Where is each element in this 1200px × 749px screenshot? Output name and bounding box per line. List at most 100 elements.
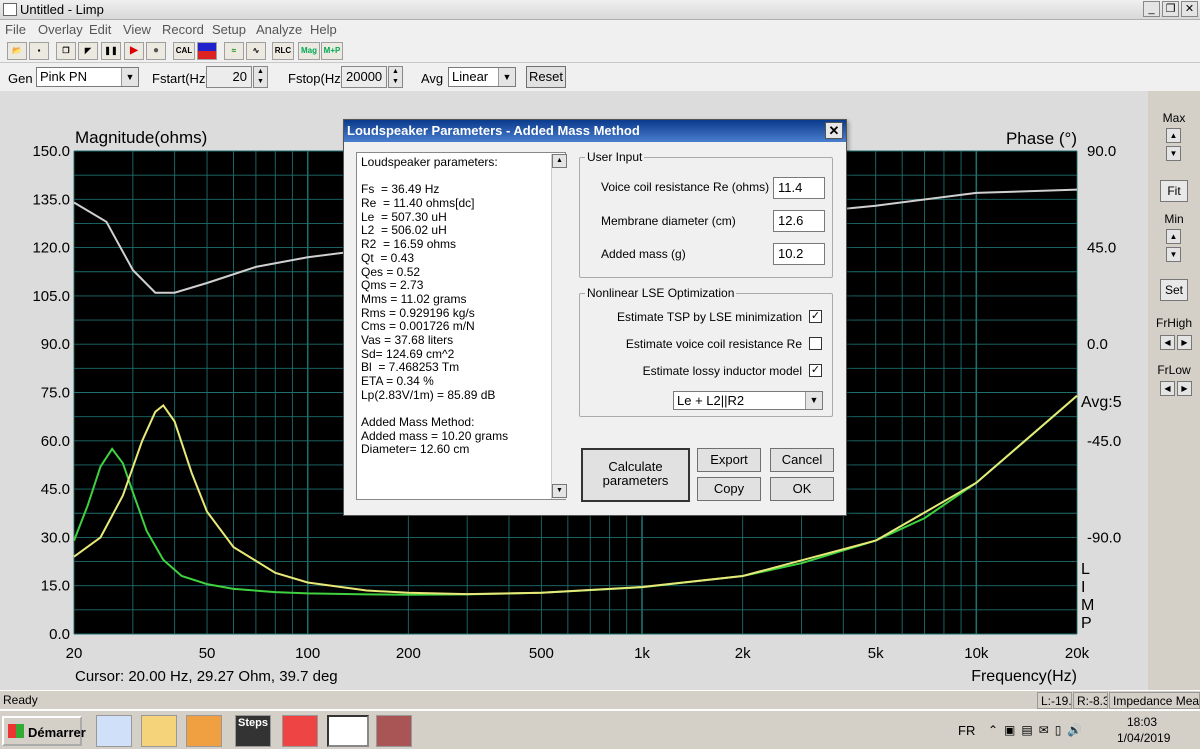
- restore-button[interactable]: ❐: [1162, 1, 1179, 17]
- diameter-input[interactable]: 12.6: [773, 210, 825, 232]
- limp-task-icon[interactable]: [327, 715, 369, 747]
- fstop-spinner[interactable]: ▲ ▼: [388, 66, 403, 88]
- y-tick-label-right: -90.0: [1087, 529, 1121, 546]
- menu-record[interactable]: Record: [162, 22, 204, 37]
- tray-icons[interactable]: ⌃▣▤✉▯🔊: [988, 723, 1108, 741]
- scroll-down-icon[interactable]: ▼: [552, 484, 567, 498]
- scroll-up-icon[interactable]: ▲: [552, 154, 567, 168]
- y-tick-label-left: 90.0: [41, 336, 70, 353]
- lse-option-inductor-checkbox[interactable]: ✓: [809, 364, 822, 377]
- rlc-button[interactable]: RLC: [272, 42, 294, 60]
- menu-edit[interactable]: Edit: [89, 22, 111, 37]
- frlow-right-button[interactable]: ▶: [1177, 381, 1192, 396]
- menu-analyze[interactable]: Analyze: [256, 22, 302, 37]
- color-icon[interactable]: [197, 42, 217, 60]
- ie-icon[interactable]: [96, 715, 132, 747]
- chevron-down-icon[interactable]: ▼: [805, 392, 822, 409]
- min-down-button[interactable]: ▼: [1166, 247, 1181, 262]
- calculate-parameters-button[interactable]: Calculate parameters: [581, 448, 690, 502]
- lse-option-re-label: Estimate voice coil resistance Re: [625, 337, 802, 351]
- frhigh-label: FrHigh: [1155, 316, 1192, 330]
- lse-option-tsp-label: Estimate TSP by LSE minimization: [617, 310, 802, 324]
- x-tick-label: 2k: [735, 645, 751, 662]
- menu-setup[interactable]: Setup: [212, 22, 246, 37]
- frhigh-right-button[interactable]: ▶: [1177, 335, 1192, 350]
- reset-button[interactable]: Reset: [526, 66, 566, 88]
- parameter-line: Vas = 37.68 liters: [361, 332, 454, 347]
- y-tick-label-left: 0.0: [49, 626, 70, 643]
- gen-select[interactable]: Pink PN ▼: [36, 67, 139, 87]
- parameter-line: Re = 11.40 ohms[dc]: [361, 196, 475, 211]
- parameters-textbox[interactable]: Loudspeaker parameters: Fs = 36.49 Hz Re =…: [356, 152, 567, 500]
- cal-button[interactable]: CAL: [173, 42, 195, 60]
- folder-icon[interactable]: [141, 715, 177, 747]
- frlow-left-button[interactable]: ◀: [1160, 381, 1175, 396]
- media-player-icon[interactable]: [186, 715, 222, 747]
- limp-letter: P: [1081, 615, 1092, 632]
- start-button[interactable]: Démarrer: [2, 716, 86, 746]
- window-title: Untitled - Limp: [20, 2, 104, 17]
- video-app-icon[interactable]: [376, 715, 412, 747]
- y-axis-label-left: Magnitude(ohms): [75, 128, 207, 147]
- lse-option-re-checkbox[interactable]: [809, 337, 822, 350]
- inductor-model-select[interactable]: Le + L2||R2 ▼: [673, 391, 823, 410]
- user-input-group: User Input Voice coil resistance Re (ohm…: [579, 150, 833, 278]
- cancel-button[interactable]: Cancel: [770, 448, 834, 472]
- mag-button[interactable]: Mag: [298, 42, 320, 60]
- dialog-close-button[interactable]: ✕: [825, 122, 843, 139]
- close-button[interactable]: ✕: [1181, 1, 1198, 17]
- flag-icon[interactable]: ◤: [78, 42, 98, 60]
- app-icon: [3, 3, 17, 16]
- scale-panel: Max ▲ ▼ Fit Min ▲ ▼ Set FrHigh ◀ ▶ FrLow…: [1148, 91, 1200, 690]
- toolbar: 📂 ▪ ❐ ◤ ❚❚ ▶ ● CAL ≈ ∿ RLC Mag M+P: [0, 39, 1200, 63]
- chevron-down-icon[interactable]: ▼: [498, 68, 515, 86]
- max-up-button[interactable]: ▲: [1166, 128, 1181, 143]
- avg-select[interactable]: Linear ▼: [448, 67, 516, 87]
- fstart-input[interactable]: 20: [206, 66, 252, 88]
- menu-overlay[interactable]: Overlay: [38, 22, 83, 37]
- parameter-line: Qms = 2.73: [361, 278, 424, 293]
- chevron-down-icon[interactable]: ▼: [121, 68, 138, 86]
- steps-icon[interactable]: Steps: [235, 715, 271, 747]
- copy-icon[interactable]: ❐: [56, 42, 76, 60]
- x-tick-label: 200: [396, 645, 421, 662]
- gen-value: Pink PN: [40, 69, 87, 84]
- re-input[interactable]: 11.4: [773, 177, 825, 199]
- added-mass-input[interactable]: 10.2: [773, 243, 825, 265]
- set-button[interactable]: Set: [1160, 279, 1188, 301]
- copy-button[interactable]: Copy: [697, 477, 761, 501]
- limp-letter: M: [1081, 597, 1094, 614]
- fstart-spinner[interactable]: ▲ ▼: [253, 66, 268, 88]
- y-tick-label-left: 30.0: [41, 529, 70, 546]
- save-icon[interactable]: ▪: [29, 42, 49, 60]
- parameter-line: R2 = 16.59 ohms: [361, 237, 457, 252]
- avg-value: Linear: [452, 69, 489, 84]
- export-button[interactable]: Export: [697, 448, 761, 472]
- frhigh-left-button[interactable]: ◀: [1160, 335, 1175, 350]
- mag-phase-button[interactable]: M+P: [321, 42, 343, 60]
- scope-icon[interactable]: ∿: [246, 42, 266, 60]
- menu-help[interactable]: Help: [310, 22, 337, 37]
- y-tick-label-left: 75.0: [41, 385, 70, 402]
- fit-button[interactable]: Fit: [1160, 180, 1188, 202]
- max-down-button[interactable]: ▼: [1166, 146, 1181, 161]
- minimize-button[interactable]: _: [1143, 1, 1160, 17]
- limp-letter: L: [1081, 561, 1090, 578]
- record-icon[interactable]: ●: [146, 42, 166, 60]
- play-icon[interactable]: ▶: [124, 42, 144, 60]
- open-icon[interactable]: 📂: [7, 42, 27, 60]
- pause-icon[interactable]: ❚❚: [101, 42, 121, 60]
- lse-option-tsp-checkbox[interactable]: ✓: [809, 310, 822, 323]
- red-app-icon[interactable]: [282, 715, 318, 747]
- ok-button[interactable]: OK: [770, 477, 834, 501]
- windows-logo-icon: [8, 724, 24, 738]
- min-up-button[interactable]: ▲: [1166, 229, 1181, 244]
- menu-view[interactable]: View: [123, 22, 151, 37]
- parameter-line: Cms = 0.001726 m/N: [361, 319, 475, 334]
- fstop-input[interactable]: 20000: [341, 66, 387, 88]
- wave-icon[interactable]: ≈: [224, 42, 244, 60]
- parameter-line: Rms = 0.929196 kg/s: [361, 305, 475, 320]
- menu-file[interactable]: File: [5, 22, 26, 37]
- parameters-scrollbar[interactable]: ▲ ▼: [551, 154, 567, 499]
- language-indicator[interactable]: FR: [958, 723, 975, 738]
